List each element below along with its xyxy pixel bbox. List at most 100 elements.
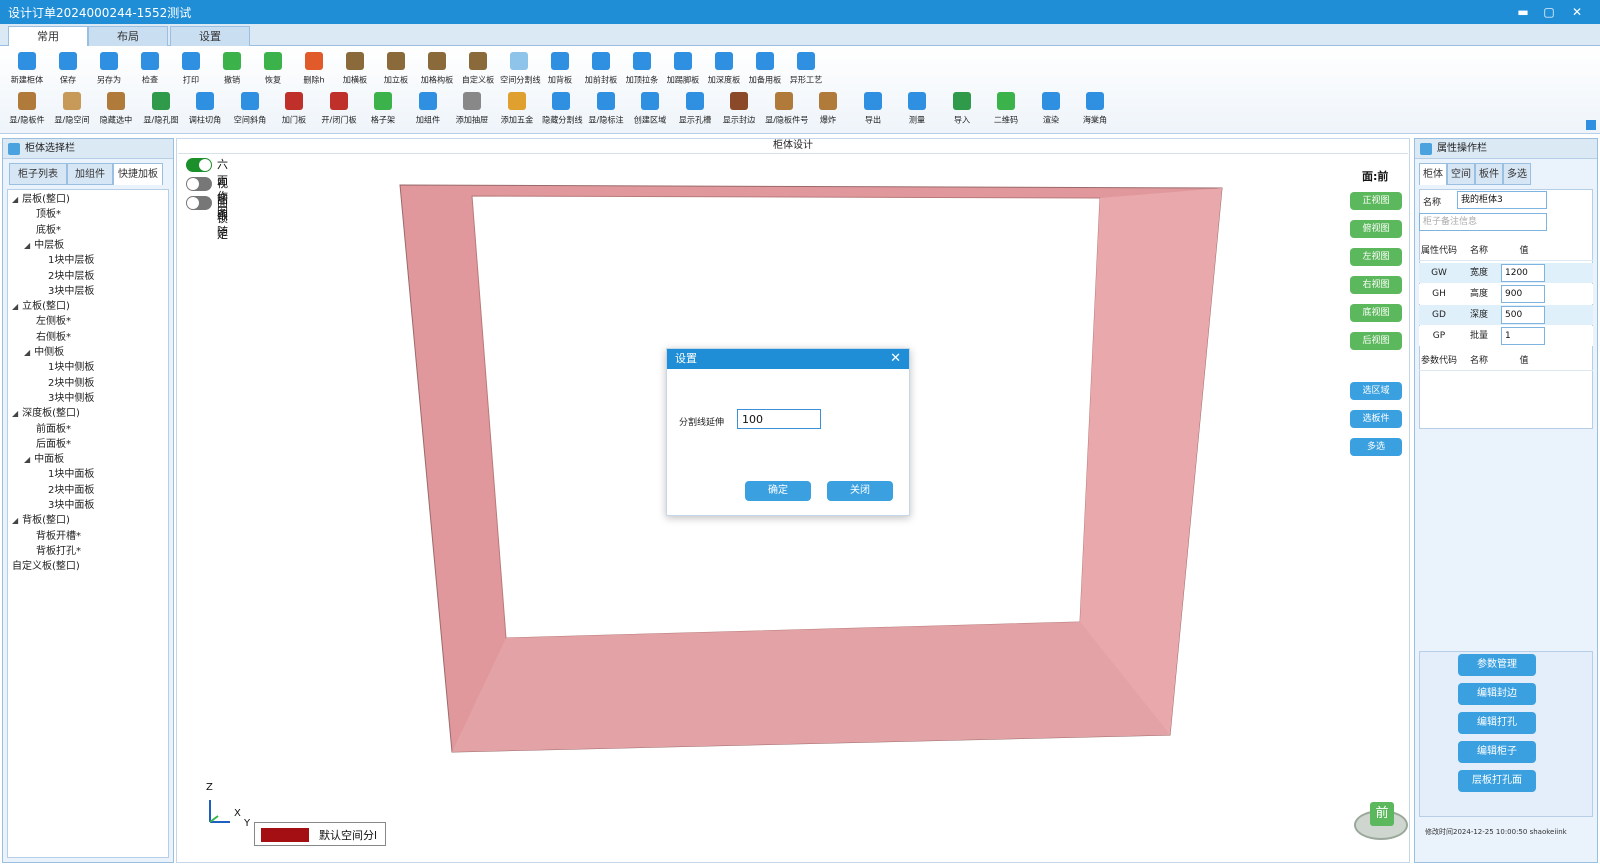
toolbar-button[interactable]: 空间斜角 [229, 90, 271, 130]
expand-arrow-icon[interactable]: ◢ [12, 195, 18, 204]
tree-node[interactable]: ◢ 中侧板 [24, 345, 64, 360]
confirm-button[interactable]: 确定 [745, 481, 811, 501]
tab-cabinet-list[interactable]: 柜子列表 [9, 163, 67, 185]
cabinet-remark-field[interactable]: 柜子备注信息 [1419, 213, 1547, 231]
bottom-view-button[interactable]: 底视图 [1350, 304, 1402, 322]
param-manage-button[interactable]: 参数管理 [1458, 654, 1536, 676]
tree-node[interactable]: 前面板* [36, 422, 71, 437]
shelf-drill-face-button[interactable]: 层板打孔面 [1458, 770, 1536, 792]
tree-node[interactable]: 自定义板(整口) [12, 559, 80, 574]
expand-arrow-icon[interactable]: ◢ [12, 302, 18, 311]
split-extend-input[interactable] [737, 409, 821, 429]
tree-node[interactable]: 3块中层板 [48, 284, 94, 299]
toolbar-button[interactable]: 加前封板 [580, 50, 622, 90]
tree-node[interactable]: 3块中侧板 [48, 391, 94, 406]
front-view-button[interactable]: 正视图 [1350, 192, 1402, 210]
toolbar-button[interactable]: 加组件 [407, 90, 449, 130]
toolbar-button[interactable]: 恢复 [252, 50, 294, 90]
switch-icon[interactable] [186, 196, 212, 210]
toolbar-button[interactable]: 检查 [129, 50, 171, 90]
toolbar-button[interactable]: 保存 [47, 50, 89, 90]
toolbar-button[interactable]: 加横板 [334, 50, 376, 90]
toolbar-button[interactable]: 异形工艺 [785, 50, 827, 90]
toolbar-button[interactable]: 显示孔槽 [674, 90, 716, 130]
edit-drill-button[interactable]: 编辑打孔 [1458, 712, 1536, 734]
multi-select-button[interactable]: 多选 [1350, 438, 1402, 456]
attr-value-input[interactable]: 900 [1501, 285, 1545, 303]
maximize-button[interactable]: ▢ [1536, 2, 1562, 22]
dialog-close-button[interactable]: 关闭 [827, 481, 893, 501]
tab-layout[interactable]: 布局 [88, 26, 168, 46]
toolbar-button[interactable]: 加立板 [375, 50, 417, 90]
select-area-button[interactable]: 选区域 [1350, 382, 1402, 400]
tab-multi[interactable]: 多选 [1503, 163, 1531, 185]
toolbar-button[interactable]: 删除h [293, 50, 335, 90]
toolbar-button[interactable]: 自定义板 [457, 50, 499, 90]
expand-arrow-icon[interactable]: ◢ [24, 455, 30, 464]
edit-cabinet-button[interactable]: 编辑柜子 [1458, 741, 1536, 763]
toolbar-button[interactable]: 隐藏分割线 [540, 90, 583, 130]
cabinet-name-field[interactable]: 我的柜体3 [1457, 191, 1547, 209]
switch-icon[interactable] [186, 158, 212, 172]
switch-icon[interactable] [186, 177, 212, 191]
tree-node[interactable]: 背板打孔* [36, 544, 81, 559]
tree-node[interactable]: 背板开槽* [36, 529, 81, 544]
tree-node[interactable]: 2块中侧板 [48, 376, 94, 391]
toolbar-button[interactable]: 导入 [941, 90, 983, 130]
expand-arrow-icon[interactable]: ◢ [12, 516, 18, 525]
toolbar-button[interactable]: 格子架 [362, 90, 404, 130]
toolbar-button[interactable]: 加背板 [539, 50, 581, 90]
tree-node[interactable]: 左侧板* [36, 314, 71, 329]
attr-value-input[interactable]: 1200 [1501, 264, 1545, 282]
tree-node[interactable]: 右侧板* [36, 330, 71, 345]
close-button[interactable]: ✕ [1564, 2, 1590, 22]
tree-node[interactable]: 2块中层板 [48, 269, 94, 284]
tree-node[interactable]: ◢ 中层板 [24, 238, 64, 253]
expand-arrow-icon[interactable]: ◢ [24, 241, 30, 250]
tab-board[interactable]: 板件 [1475, 163, 1503, 185]
toolbar-button[interactable]: 调柱切角 [184, 90, 226, 130]
toolbar-button[interactable]: 显示封边 [718, 90, 760, 130]
toolbar-button[interactable]: 加备用板 [744, 50, 786, 90]
tree-node[interactable]: 2块中面板 [48, 483, 94, 498]
cabinet-bottom-side[interactable] [452, 622, 1170, 752]
tab-cabinet[interactable]: 柜体 [1419, 163, 1447, 185]
select-board-button[interactable]: 选板件 [1350, 410, 1402, 428]
toolbar-button[interactable]: 显/隐板件 [6, 90, 48, 130]
tab-space[interactable]: 空间 [1447, 163, 1475, 185]
toolbar-button[interactable]: 显/隐空间 [51, 90, 93, 130]
toolbar-button[interactable]: 渲染 [1030, 90, 1072, 130]
toolbar-button[interactable]: 海棠角 [1074, 90, 1116, 130]
dialog-close-icon[interactable]: ✕ [890, 349, 901, 369]
toolbar-button[interactable]: 隐藏选中 [95, 90, 137, 130]
tree-node[interactable]: ◢ 立板(整口) [12, 299, 70, 314]
toolbar-button[interactable]: 打印 [170, 50, 212, 90]
toolbar-button[interactable]: 添加抽屉 [451, 90, 493, 130]
minimize-button[interactable]: ▬ [1510, 2, 1536, 22]
toolbar-button[interactable]: 加深度板 [703, 50, 745, 90]
tree-node[interactable]: 顶板* [36, 207, 61, 222]
tree-node[interactable]: ◢ 中面板 [24, 452, 64, 467]
toolbar-button[interactable]: 加格构板 [416, 50, 458, 90]
tab-add-component[interactable]: 加组件 [67, 163, 113, 185]
tab-settings[interactable]: 设置 [170, 26, 250, 46]
toolbar-button[interactable]: 二维码 [985, 90, 1027, 130]
tree-node[interactable]: ◢ 深度板(整口) [12, 406, 80, 421]
toolbar-button[interactable]: 测量 [896, 90, 938, 130]
expand-arrow-icon[interactable]: ◢ [24, 348, 30, 357]
left-view-button[interactable]: 左视图 [1350, 248, 1402, 266]
toolbar-button[interactable]: 加门板 [273, 90, 315, 130]
toolbar-button[interactable]: 空间分割线 [498, 50, 541, 90]
expand-arrow-icon[interactable]: ◢ [12, 409, 18, 418]
attr-value-input[interactable]: 1 [1501, 327, 1545, 345]
space-legend[interactable]: 默认空间分l [254, 822, 386, 846]
top-view-button[interactable]: 俯视图 [1350, 220, 1402, 238]
tree-node[interactable]: 1块中侧板 [48, 360, 94, 375]
toolbar-button[interactable]: 爆炸 [807, 90, 849, 130]
toolbar-button[interactable]: 显/隐孔图 [140, 90, 182, 130]
grid-icon[interactable] [1586, 120, 1596, 130]
toolbar-button[interactable]: 撤销 [211, 50, 253, 90]
toolbar-button[interactable]: 新建柜体 [6, 50, 48, 90]
back-view-button[interactable]: 后视图 [1350, 332, 1402, 350]
tree-node[interactable]: 1块中层板 [48, 253, 94, 268]
